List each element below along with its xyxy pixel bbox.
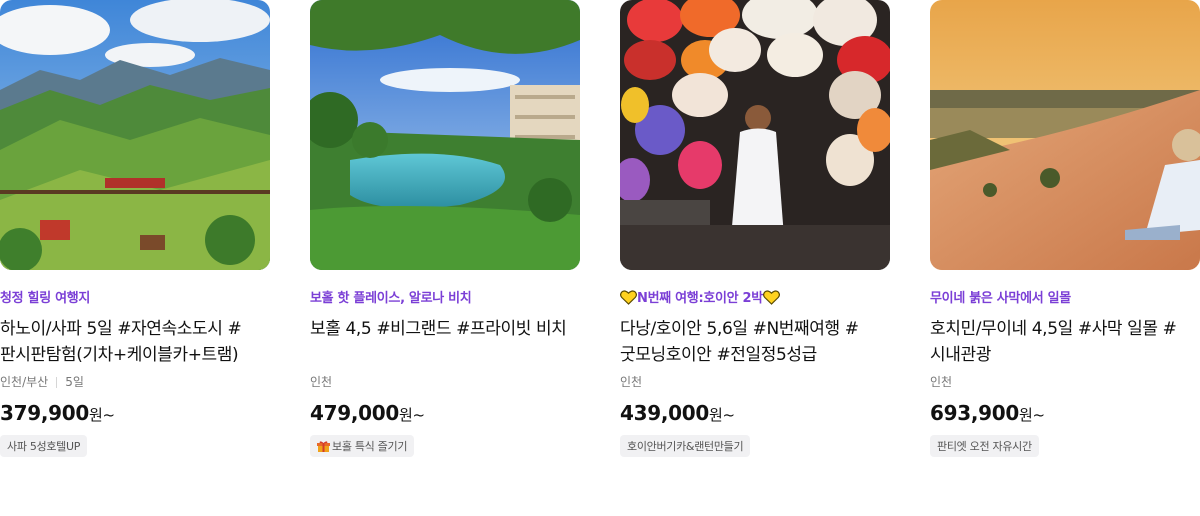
product-badge: 사파 5성호텔UP bbox=[0, 435, 88, 457]
product-title[interactable]: 하노이/사파 5일 #자연속소도시 #판시판탐험(기차+케이블카+트램) bbox=[0, 316, 270, 368]
yellow-heart-icon bbox=[762, 290, 780, 305]
trip-duration: 5일 bbox=[65, 375, 84, 389]
product-badge: 판티엣 오전 자유시간 bbox=[930, 435, 1039, 457]
product-tagline: 청정 힐링 여행지 bbox=[0, 291, 91, 306]
product-image[interactable] bbox=[620, 0, 890, 270]
product-meta: 인천/부산 5일 bbox=[0, 374, 270, 390]
product-price: 479,000원~ bbox=[310, 401, 425, 425]
product-tagline: 보홀 핫 플레이스, 알로나 비치 bbox=[310, 291, 472, 306]
product-badge: 보홀 특식 즐기기 bbox=[310, 435, 415, 457]
product-card[interactable]: 무이네 붉은 사막에서 일몰 호치민/무이네 4,5일 #사막 일몰 #시내관광… bbox=[930, 0, 1200, 457]
product-image[interactable] bbox=[0, 0, 270, 270]
mountain-landscape-image bbox=[0, 0, 270, 270]
departure-city: 인천 bbox=[310, 375, 333, 389]
product-price: 693,900원~ bbox=[930, 401, 1045, 425]
product-card[interactable]: 보홀 핫 플레이스, 알로나 비치 보홀 4,5 #비그랜드 #프라이빗 비치 … bbox=[310, 0, 580, 457]
departure-city: 인천/부산 bbox=[0, 375, 49, 389]
departure-city: 인천 bbox=[620, 375, 643, 389]
yellow-heart-icon bbox=[620, 290, 637, 305]
product-price: 379,900원~ bbox=[0, 401, 115, 425]
product-image[interactable] bbox=[930, 0, 1200, 270]
meta-divider bbox=[56, 376, 58, 388]
product-card[interactable]: N번째 여행:호이안 2박 다낭/호이안 5,6일 #N번째여행 #굿모닝호이안… bbox=[620, 0, 890, 457]
product-title[interactable]: 보홀 4,5 #비그랜드 #프라이빗 비치 bbox=[310, 316, 580, 368]
product-image[interactable] bbox=[310, 0, 580, 270]
product-tagline: 무이네 붉은 사막에서 일몰 bbox=[930, 291, 1071, 306]
product-title[interactable]: 호치민/무이네 4,5일 #사막 일몰 #시내관광 bbox=[930, 316, 1200, 368]
departure-city: 인천 bbox=[930, 375, 953, 389]
product-meta: 인천 bbox=[930, 374, 1200, 390]
resort-pool-image bbox=[310, 0, 580, 270]
product-meta: 인천 bbox=[620, 374, 890, 390]
product-card[interactable]: 청정 힐링 여행지 하노이/사파 5일 #자연속소도시 #판시판탐험(기차+케이… bbox=[0, 0, 270, 457]
desert-sunset-image bbox=[930, 0, 1200, 270]
product-title[interactable]: 다낭/호이안 5,6일 #N번째여행 #굿모닝호이안 #전일정5성급 bbox=[620, 316, 890, 368]
product-price: 439,000원~ bbox=[620, 401, 735, 425]
product-meta: 인천 bbox=[310, 374, 580, 390]
lanterns-image bbox=[620, 0, 890, 270]
gift-icon bbox=[317, 440, 330, 452]
product-badge: 호이안버기카&랜턴만들기 bbox=[620, 435, 751, 457]
product-tagline: N번째 여행:호이안 2박 bbox=[620, 290, 890, 308]
